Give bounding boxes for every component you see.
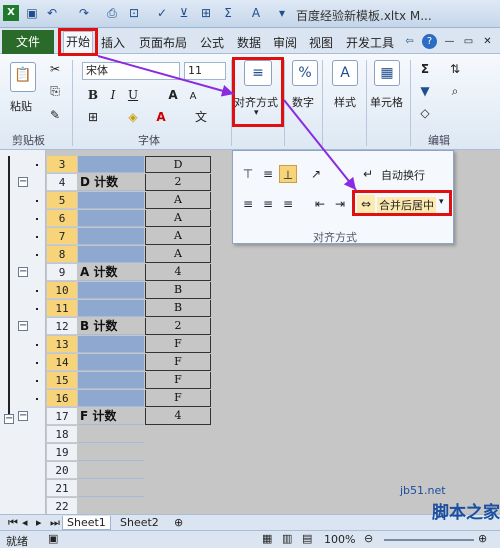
page-layout-view-icon[interactable]: ▥ bbox=[282, 532, 292, 545]
normal-view-icon[interactable]: ▦ bbox=[262, 532, 272, 545]
watermark-domain: jb51.net bbox=[400, 484, 446, 497]
zoom-in-icon[interactable]: ⊕ bbox=[478, 532, 487, 545]
arrow-home-to-alignment bbox=[97, 55, 235, 97]
zoom-slider[interactable] bbox=[384, 539, 474, 541]
watermark-brand: 脚本之家 bbox=[432, 503, 500, 523]
zoom-level[interactable]: 100% bbox=[324, 533, 355, 546]
macro-record-icon[interactable]: ▣ bbox=[48, 532, 58, 545]
page-break-view-icon[interactable]: ▤ bbox=[302, 532, 312, 545]
zoom-out-icon[interactable]: ⊖ bbox=[364, 532, 373, 545]
arrow-alignment-to-merge bbox=[283, 99, 357, 191]
sheet-tab-bar: ⏮ ◂ ▸ ⏭ Sheet1 Sheet2 ⊕ bbox=[0, 514, 500, 530]
insert-sheet-icon[interactable]: ⊕ bbox=[170, 516, 187, 530]
annotation-arrows bbox=[97, 55, 357, 191]
prev-sheet-icon[interactable]: ◂ bbox=[18, 516, 32, 530]
sheet-tab-1[interactable]: Sheet1 bbox=[62, 516, 111, 530]
next-sheet-icon[interactable]: ▸ bbox=[32, 516, 46, 530]
status-bar: 就绪 ▣ ▦ ▥ ▤ 100% ⊖ ⊕ bbox=[0, 530, 500, 548]
sheet-tab-2[interactable]: Sheet2 bbox=[116, 516, 163, 530]
status-ready: 就绪 bbox=[6, 535, 28, 548]
